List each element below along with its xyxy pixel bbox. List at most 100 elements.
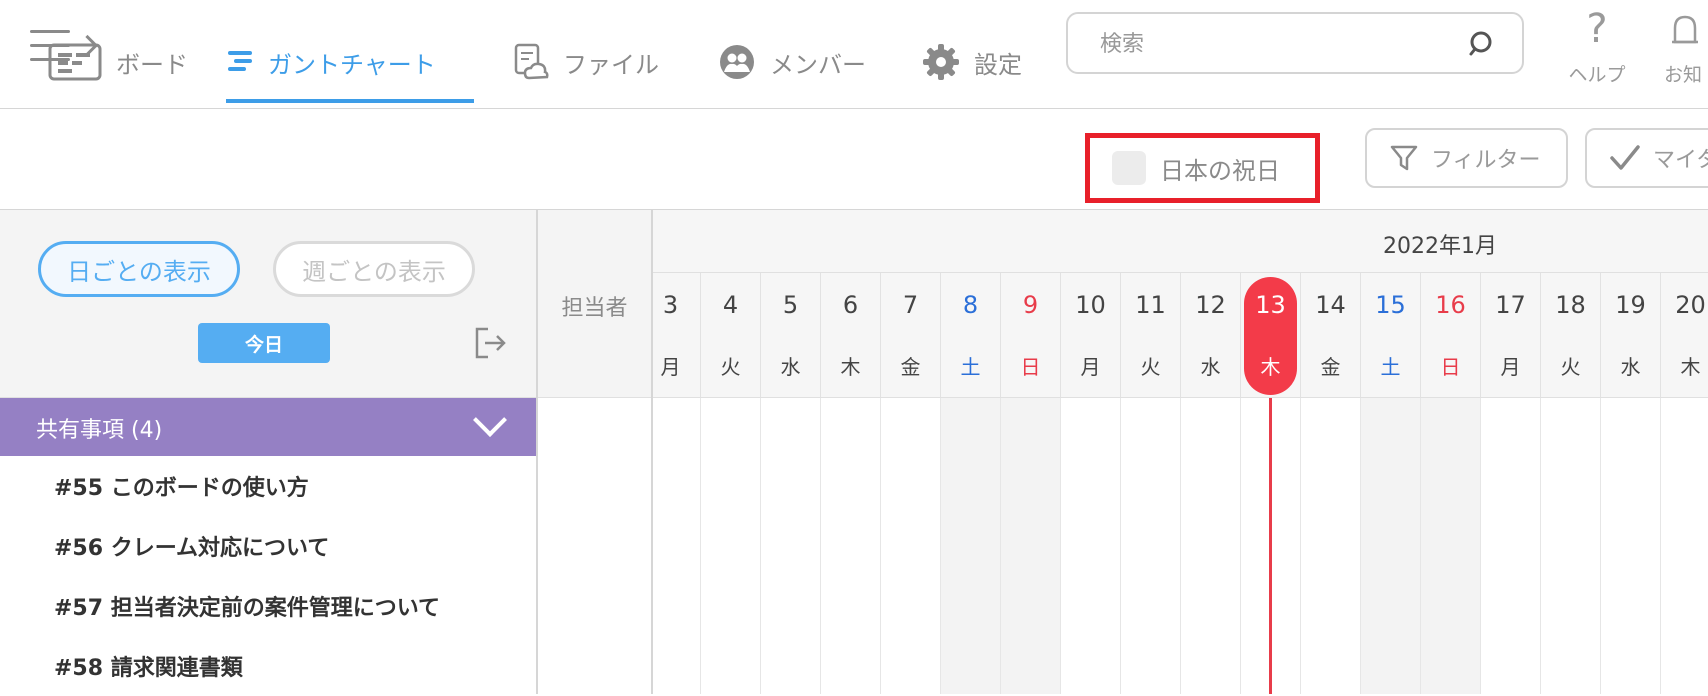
filter-icon	[1390, 145, 1418, 171]
day-column	[653, 398, 700, 694]
day-cell: 6木	[820, 273, 880, 397]
tab-files[interactable]: ファイル	[513, 32, 663, 92]
day-cell: 18 火	[1540, 273, 1600, 397]
task-row[interactable]: #56 クレーム対応について	[0, 516, 536, 576]
weekday-label: 土	[960, 355, 981, 379]
day-cell: 12 水	[1180, 273, 1240, 397]
day-cell: 10 月	[1060, 273, 1120, 397]
assignee-header: 担当者	[538, 210, 651, 398]
day-cell: 4火	[700, 273, 760, 397]
day-number: 15	[1375, 291, 1406, 319]
notification-label: お知	[1664, 64, 1703, 86]
tab-members-label: メンバー	[770, 50, 866, 79]
day-number: 6	[842, 291, 859, 319]
day-number: 12	[1195, 291, 1226, 319]
japan-holidays-toggle[interactable]: 日本の祝日	[1085, 133, 1320, 203]
day-number: 9	[1022, 291, 1039, 319]
day-column	[1600, 398, 1660, 694]
day-number: 14	[1315, 291, 1346, 319]
today-line	[1269, 398, 1272, 694]
day-cell: 9日	[1000, 273, 1060, 397]
filter-label: フィルター	[1431, 148, 1541, 173]
my-tasks-label: マイタ	[1653, 148, 1708, 173]
day-column	[1480, 398, 1540, 694]
weekday-label: 月	[660, 355, 681, 379]
holiday-label: 日本の祝日	[1160, 156, 1280, 185]
weekday-label: 日	[1440, 355, 1461, 379]
day-cell: 17 月	[1480, 273, 1540, 397]
day-column	[1360, 398, 1420, 694]
check-icon	[1610, 145, 1640, 170]
day-column	[1180, 398, 1240, 694]
search-input[interactable]	[1098, 28, 1442, 60]
task-row[interactable]: #57 担当者決定前の案件管理について	[0, 576, 536, 636]
my-tasks-button[interactable]: マイタ	[1585, 128, 1708, 188]
search-icon[interactable]	[1468, 30, 1496, 58]
day-column	[700, 398, 760, 694]
chevron-down-icon[interactable]	[473, 403, 507, 437]
tab-board-label: ボード	[116, 50, 188, 79]
task-title: #57 担当者決定前の案件管理について	[54, 596, 441, 621]
day-cell: 16 日	[1420, 273, 1480, 397]
holiday-checkbox[interactable]	[1112, 151, 1146, 185]
weekday-label: 日	[1020, 355, 1041, 379]
gantt-icon	[228, 51, 252, 71]
weekday-label: 金	[900, 355, 921, 379]
weekly-view-button[interactable]: 週ごとの表示	[273, 241, 475, 297]
weekday-label: 土	[1380, 355, 1401, 379]
day-header-row: 3 月 4 火 5 水 6 木 7 金 8 土 9 日 10 月 11 火 12 水 13 木 14 金 15 土 16 日 17 月 18…	[653, 273, 1708, 398]
collapse-panel-icon[interactable]	[472, 325, 508, 361]
day-column	[1540, 398, 1600, 694]
day-number: 16	[1435, 291, 1466, 319]
day-column	[1000, 398, 1060, 694]
group-header[interactable]: 共有事項 (4)	[0, 398, 536, 456]
assignee-label: 担当者	[561, 296, 628, 321]
tab-files-label: ファイル	[563, 50, 659, 79]
day-number: 5	[782, 291, 799, 319]
members-icon	[720, 45, 754, 79]
day-number: 18	[1555, 291, 1586, 319]
tab-gantt-label: ガントチャート	[268, 50, 436, 79]
weekday-label: 月	[1500, 355, 1521, 379]
day-cell: 20 木	[1660, 273, 1708, 397]
search-box[interactable]	[1066, 12, 1524, 74]
tab-gantt[interactable]: ガントチャート	[226, 32, 474, 103]
day-number: 4	[722, 291, 739, 319]
gantt-chart: 2022年1月 3 月 4 火 5 水 6 木 7 金 8 土 9 日 10 月 11 火 12 水 13 木 14 金 15 土…	[653, 210, 1708, 694]
weekday-label: 木	[1680, 355, 1701, 379]
board-icon	[48, 43, 102, 81]
weekday-label: 月	[1080, 355, 1101, 379]
group-title: 共有事項 (4)	[36, 418, 163, 443]
help-button[interactable]: ? ヘルプ	[1552, 4, 1642, 94]
daily-view-button[interactable]: 日ごとの表示	[38, 241, 240, 297]
day-column	[1060, 398, 1120, 694]
day-column	[1420, 398, 1480, 694]
gear-icon	[923, 44, 959, 80]
weekday-label: 水	[1620, 355, 1641, 379]
notification-button[interactable]: お知	[1650, 4, 1708, 94]
task-row[interactable]: #55 このボードの使い方	[0, 456, 536, 516]
weekday-label: 火	[1560, 355, 1581, 379]
today-day-cell: 13 木	[1240, 273, 1300, 397]
month-header: 2022年1月	[653, 210, 1708, 273]
day-number: 3	[662, 291, 679, 319]
task-list-panel: 日ごとの表示 週ごとの表示 今日 共有事項 (4) #55 このボードの使い方 …	[0, 210, 538, 694]
day-column	[820, 398, 880, 694]
task-title: #58 請求関連書類	[54, 656, 243, 681]
day-column	[1660, 398, 1708, 694]
month-label: 2022年1月	[1383, 234, 1497, 259]
help-label: ヘルプ	[1568, 64, 1626, 86]
task-row[interactable]: #58 請求関連書類	[0, 636, 536, 696]
day-cell: 14 金	[1300, 273, 1360, 397]
day-number: 13	[1255, 291, 1286, 319]
day-column	[1300, 398, 1360, 694]
filter-button[interactable]: フィルター	[1365, 128, 1568, 188]
tab-settings[interactable]: 設定	[922, 32, 1032, 92]
day-cell: 3月	[653, 273, 700, 397]
tab-members[interactable]: メンバー	[718, 32, 888, 92]
today-button[interactable]: 今日	[198, 323, 330, 363]
day-number: 20	[1675, 291, 1706, 319]
tab-board[interactable]: ボード	[48, 32, 198, 92]
weekday-label: 木	[840, 355, 861, 379]
day-cell: 19 水	[1600, 273, 1660, 397]
